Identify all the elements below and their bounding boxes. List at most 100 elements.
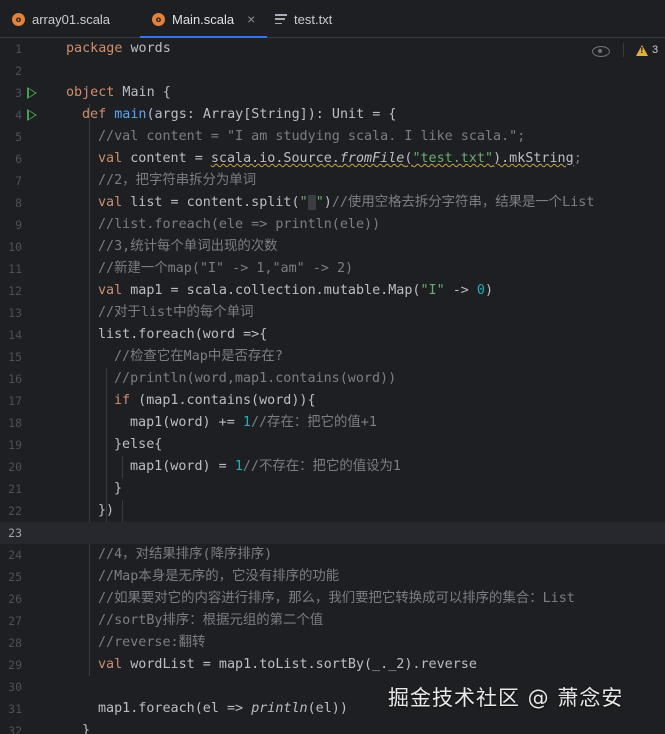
editor-tab-bar: array01.scala Main.scala × test.txt [0,0,665,39]
line-number: 16 [8,372,22,386]
watermark: 掘金技术社区 @ 萧念安 [388,686,624,710]
code-line: 7 //2，把字符串拆分为单词 [0,170,665,192]
line-number: 21 [8,482,22,496]
code-line: 32 } [0,720,665,734]
code-text: val list = content.split(" ")//使用空格去拆分字符… [98,195,595,210]
code-text: //println(word,map1.contains(word)) [114,371,397,386]
code-line: 22 }) [0,500,665,522]
code-text: val map1 = scala.collection.mutable.Map(… [98,283,494,298]
code-text: //3,统计每个单词出现的次数 [98,239,278,254]
line-number: 31 [8,702,22,716]
line-number: 27 [8,614,22,628]
code-line: 5 //val content = "I am studying scala. … [0,126,665,148]
code-line: 19 }else{ [0,434,665,456]
code-line: 4 def main(args: Array[String]): Unit = … [0,104,665,126]
line-number: 6 [15,152,22,166]
line-number: 22 [8,504,22,518]
line-number: 13 [8,306,22,320]
line-number: 12 [8,284,22,298]
code-line: 18 map1(word) += 1//存在：把它的值+1 [0,412,665,434]
code-line: 3 object Main { [0,82,665,104]
line-number: 28 [8,636,22,650]
line-number: 30 [8,680,22,694]
code-text: //检查它在Map中是否存在? [114,349,283,364]
code-text: map1.foreach(el => println(el)) [98,701,348,716]
code-line: 8 val list = content.split(" ")//使用空格去拆分… [0,192,665,214]
code-text: //对于list中的每个单词 [98,305,254,320]
code-text: //2，把字符串拆分为单词 [98,173,257,188]
line-number: 10 [8,240,22,254]
code-text: //list.foreach(ele => println(ele)) [98,217,381,232]
code-text: }else{ [114,437,163,452]
run-icon[interactable] [27,109,37,121]
line-number: 3 [15,86,22,100]
line-number: 11 [8,262,22,276]
code-line: 12 val map1 = scala.collection.mutable.M… [0,280,665,302]
line-number: 4 [15,108,22,122]
code-line: 26 //如果要对它的内容进行排序，那么，我们要把它转换成可以排序的集合：Lis… [0,588,665,610]
code-text: val content = scala.io.Source.fromFile("… [98,151,582,166]
line-number: 23 [8,526,22,540]
code-line: 25 //Map本身是无序的，它没有排序的功能 [0,566,665,588]
scala-file-icon [12,12,25,26]
code-text: if (map1.contains(word)){ [114,393,316,408]
code-text: //reverse:翻转 [98,635,206,650]
code-text: //val content = "I am studying scala. I … [98,129,526,144]
code-line: 2 [0,60,665,82]
code-line: 20 map1(word) = 1//不存在：把它的值设为1 [0,456,665,478]
run-icon[interactable] [27,87,37,99]
code-text: object Main { [66,85,171,100]
code-text: //Map本身是无序的，它没有排序的功能 [98,569,340,584]
line-number: 5 [15,130,22,144]
code-line: 17 if (map1.contains(word)){ [0,390,665,412]
code-line: 27 //sortBy排序：根据元组的第二个值 [0,610,665,632]
tab-array01-scala[interactable]: array01.scala [0,0,122,38]
code-text: map1(word) = 1//不存在：把它的值设为1 [130,459,401,474]
tab-label: Main.scala [172,11,235,27]
code-text: } [82,723,91,734]
code-line: 16 //println(word,map1.contains(word)) [0,368,665,390]
code-line: 21 } [0,478,665,500]
code-text: //sortBy排序：根据元组的第二个值 [98,613,324,628]
code-text: list.foreach(word =>{ [98,327,268,342]
code-text: package words [66,41,171,56]
code-line: 28 //reverse:翻转 [0,632,665,654]
code-line: 11 //新建一个map("I" -> 1,"am" -> 2) [0,258,665,280]
line-number: 29 [8,658,22,672]
code-line: 10 //3,统计每个单词出现的次数 [0,236,665,258]
line-number: 26 [8,592,22,606]
code-text: //新建一个map("I" -> 1,"am" -> 2) [98,261,354,276]
line-number: 15 [8,350,22,364]
code-line: 13 //对于list中的每个单词 [0,302,665,324]
line-number: 24 [8,548,22,562]
tab-label: array01.scala [32,11,111,27]
line-number: 17 [8,394,22,408]
scala-file-icon [152,12,165,26]
code-text: } [114,481,123,496]
code-text: map1(word) += 1//存在：把它的值+1 [130,415,377,430]
line-number: 20 [8,460,22,474]
code-line: 15 //检查它在Map中是否存在? [0,346,665,368]
code-line: 24 //4，对结果排序(降序排序) [0,544,665,566]
code-text: }) [98,503,115,518]
text-file-icon [275,14,287,24]
tab-test-txt[interactable]: test.txt [263,0,344,38]
line-number: 9 [15,218,22,232]
code-text: def main(args: Array[String]): Unit = { [82,107,397,122]
line-number: 19 [8,438,22,452]
code-text: //4，对结果排序(降序排序) [98,547,273,562]
code-text: //如果要对它的内容进行排序，那么，我们要把它转换成可以排序的集合：List [98,591,575,606]
line-number: 25 [8,570,22,584]
tab-main-scala[interactable]: Main.scala × [140,0,268,39]
code-line-current: 23 [0,522,665,544]
code-line: 6 val content = scala.io.Source.fromFile… [0,148,665,170]
code-editor[interactable]: 3 1 package words 2 3 object Main { 4 de… [0,38,665,734]
line-number: 18 [8,416,22,430]
code-line: 9 //list.foreach(ele => println(ele)) [0,214,665,236]
tab-label: test.txt [294,11,333,27]
code-text: val wordList = map1.toList.sortBy(_._2).… [98,657,477,672]
line-number: 14 [8,328,22,342]
code-line: 29 val wordList = map1.toList.sortBy(_._… [0,654,665,676]
close-icon[interactable]: × [247,11,255,27]
code-line: 14 list.foreach(word =>{ [0,324,665,346]
